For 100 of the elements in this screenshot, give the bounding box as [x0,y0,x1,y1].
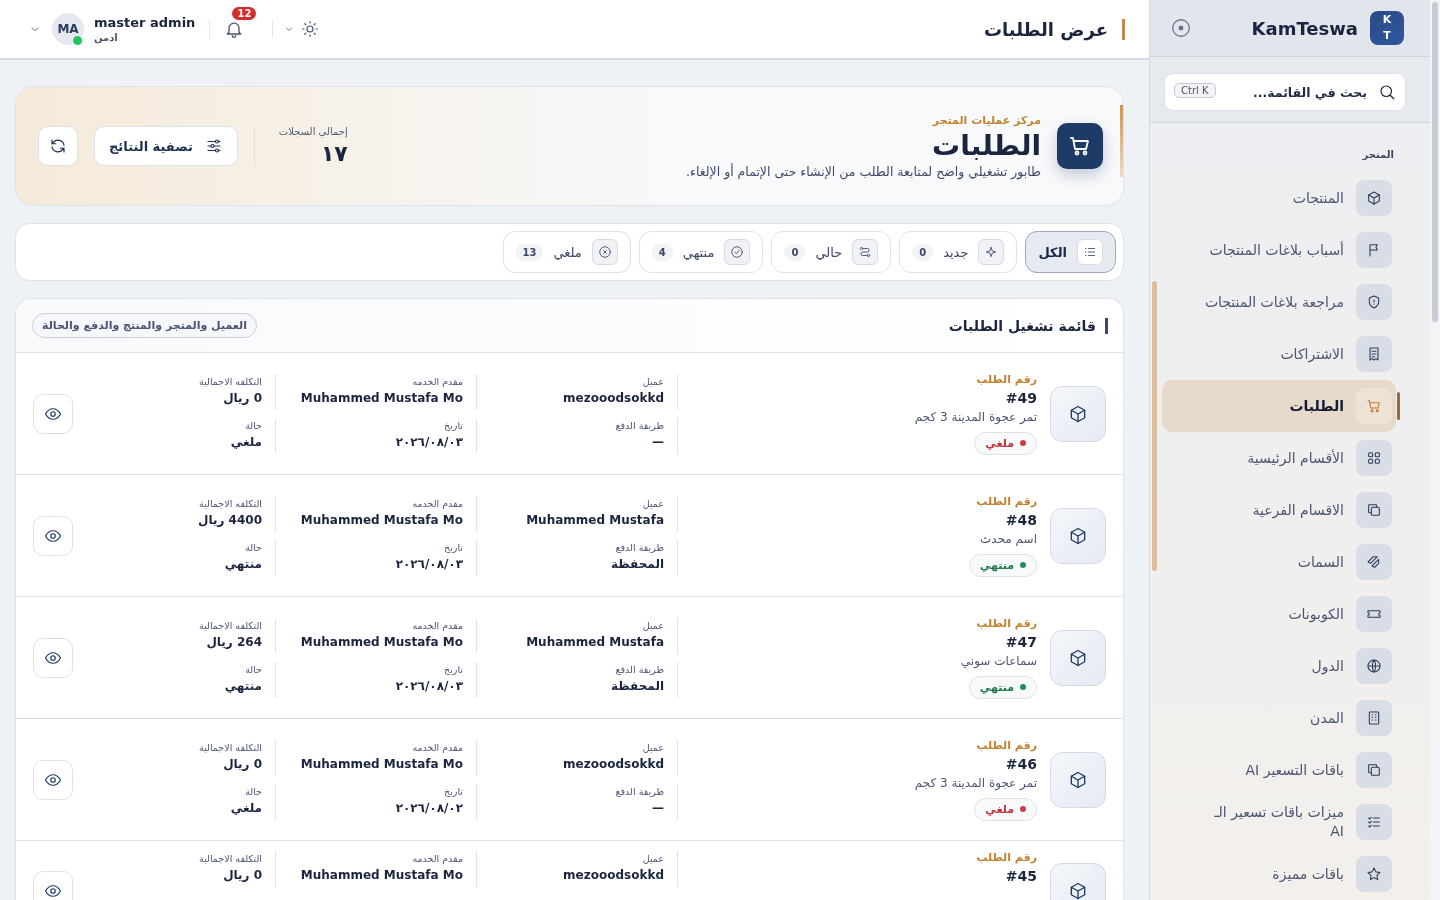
field-value: ملغي [230,434,262,449]
list-hint: العميل والمتجر والمنتج والدفع والحالة [32,313,257,338]
notification-badge: 12 [232,7,257,20]
sidebar-item[interactable]: باقات التسعير AI [1164,744,1396,796]
sidebar-item[interactable]: الدول [1164,640,1396,692]
grid-icon [1366,450,1382,466]
product-name: سماعات سوني [960,653,1037,668]
brand-name: KamTeswa [1250,17,1358,39]
view-button[interactable] [33,393,73,434]
sidebar-item[interactable]: الاقسام الفرعية [1164,484,1396,536]
filter-button[interactable]: تصفية النتائج [94,126,238,166]
sidebar-item[interactable]: باقات مميزة [1164,848,1396,900]
copy-icon [1366,762,1382,778]
field-label: التكلفه الاجمالية [199,853,262,864]
view-button[interactable] [33,759,73,800]
view-button[interactable] [33,871,73,900]
field-value: 0 ريال [223,868,262,882]
field-label: مقدم الخدمه [412,741,463,753]
status-badge: ملغي [974,797,1037,821]
sparkle-icon [984,245,999,259]
field-value: 0 ريال [223,390,262,405]
page-title: عرض الطلبات [343,18,1125,40]
order-number-label: رقم الطلب [976,372,1037,386]
field-label: حالة [245,663,262,675]
sidebar-item[interactable]: المدن [1164,692,1396,744]
order-number: #48 [1005,511,1037,528]
field-label: عميل [642,497,664,509]
field-label: التكلفه الاجمالية [199,375,262,387]
sidebar-item[interactable]: أسباب بلاغات المنتجات [1164,224,1396,276]
cart-icon [1366,398,1382,414]
order-number-label: رقم الطلب [976,851,1037,864]
building-icon [1366,710,1382,726]
order-number-label: رقم الطلب [976,616,1037,630]
receipt-icon [1366,346,1382,362]
field-value: mezooodsokkd [563,756,664,771]
field-value: المحفظة [611,556,664,571]
cube-icon [1068,647,1088,668]
user-avatar[interactable]: MA [52,13,84,45]
field-value: — [652,800,664,815]
list-icon [1083,245,1097,259]
status-badge: ملغي [974,431,1037,455]
field-value: 0 ريال [223,756,262,771]
shortcut-hint: Ctrl K [1174,83,1216,98]
cart-icon [1068,134,1092,158]
product-name: اسم محدث [980,531,1037,546]
section-heading: المتجر [1361,149,1394,160]
cube-icon [1068,403,1088,424]
scrollbar-thumb[interactable] [1152,281,1157,571]
filter-tab[interactable]: الكل [1025,231,1116,273]
field-label: مقدم الخدمه [412,497,463,509]
eye-icon [44,882,62,900]
sidebar-item[interactable]: ميزات باقات تسعير الـ AI [1164,796,1396,848]
field-label: حالة [245,419,262,431]
sidebar-item[interactable]: الأقسام الرئيسية [1164,432,1396,484]
field-value: منتهي [224,556,262,571]
field-label: تاريخ [444,419,463,431]
circle-dot-icon [1170,17,1192,39]
field-value: ٢٠٢٦/٠٨/٠٣ [395,434,463,449]
globe-icon [1366,658,1382,674]
sidebar-item[interactable]: السمات [1164,536,1396,588]
field-value: المحفظة [611,678,664,693]
field-value: ٢٠٢٦/٠٨/٠٣ [395,678,463,693]
scrollbar-thumb[interactable] [1432,2,1438,322]
order-number: #45 [1005,868,1037,884]
field-label: تاريخ [444,663,463,675]
field-label: التكلفه الاجمالية [199,619,262,631]
cube-icon [1366,190,1382,206]
view-button[interactable] [33,515,73,556]
cube-icon [1068,525,1088,546]
stat-value: ١٧ [320,141,348,166]
field-label: مقدم الخدمه [412,853,463,864]
sidebar-item[interactable]: مراجعة بلاغات المنتجات [1164,276,1396,328]
eyebrow-label: مركز عمليات المتجر [931,113,1041,127]
sidebar-item[interactable]: الكوبونات [1164,588,1396,640]
field-label: التكلفه الاجمالية [199,741,262,753]
refresh-icon [49,137,67,155]
field-label: عميل [642,741,664,753]
field-value: ٢٠٢٦/٠٨/٠٣ [395,556,463,571]
count-badge: 0 [912,243,934,261]
field-label: عميل [642,375,664,387]
field-value: — [652,434,664,449]
hero-description: طابور تشغيلي واضح لمتابعة الطلب من الإنشاء حتى الإتمام أو الإلغاء. [685,163,1041,179]
product-name: تمر عجوة المدينة 3 كجم [914,409,1037,424]
count-badge: 0 [784,243,806,261]
tags-icon [1366,554,1382,570]
field-value: Muhammed Mustafa [526,512,664,527]
shield-icon [1366,294,1382,310]
sidebar-item[interactable]: المنتجات [1164,172,1396,224]
user-role: ادمن [94,32,118,43]
checklist-icon [1366,814,1382,830]
refresh-button[interactable] [38,126,78,166]
check-circle-icon [730,245,745,259]
brand-logo: K T [1370,11,1404,45]
x-circle-icon [597,245,612,259]
field-value: Muhammed Mustafa Mo [300,390,463,405]
field-label: عميل [642,853,664,864]
sidebar-item[interactable]: الاشتراكات [1164,328,1396,380]
field-label: طريقة الدفع [615,663,664,675]
field-value: Muhammed Mustafa Mo [300,756,463,771]
view-button[interactable] [33,637,73,678]
